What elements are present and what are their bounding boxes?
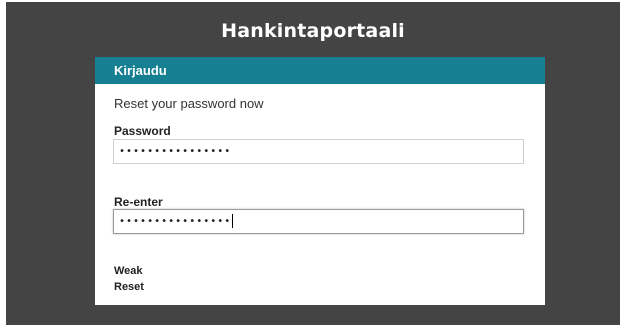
card-header: Kirjaudu — [95, 57, 545, 84]
reset-button[interactable]: Reset — [114, 281, 144, 293]
reenter-label: Re-enter — [114, 195, 163, 209]
password-strength-indicator: Weak — [114, 265, 143, 277]
password-value: •••••••••••••••• — [119, 146, 232, 157]
reset-password-card: Kirjaudu Reset your password now Passwor… — [95, 57, 545, 305]
card-subtitle: Reset your password now — [114, 96, 264, 111]
text-caret — [232, 214, 234, 228]
reenter-password-input[interactable]: •••••••••••••••• — [113, 209, 524, 234]
password-input[interactable]: •••••••••••••••• — [113, 139, 524, 164]
portal-title: Hankintaportaali — [221, 20, 405, 42]
reenter-value: •••••••••••••••• — [119, 216, 232, 227]
password-label: Password — [114, 124, 171, 138]
